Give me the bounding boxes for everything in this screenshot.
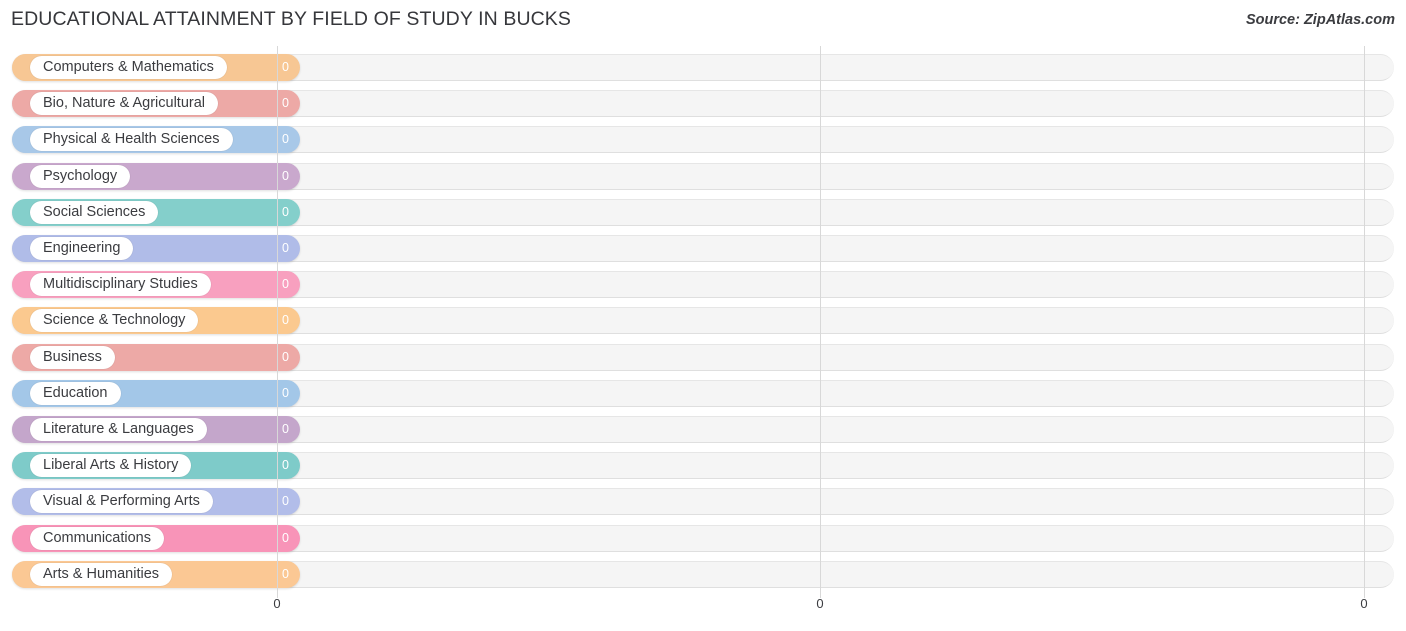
category-label: Engineering <box>30 237 134 260</box>
category-label: Arts & Humanities <box>30 562 173 586</box>
bar-row[interactable]: 0 Education <box>12 379 1394 407</box>
bar-row[interactable]: 0 Science & Technology <box>12 307 1394 335</box>
bar-row[interactable]: 0 Business <box>12 343 1394 371</box>
category-label: Science & Technology <box>30 309 199 333</box>
bar-value-label: 0 <box>282 422 289 436</box>
page-title: EDUCATIONAL ATTAINMENT BY FIELD OF STUDY… <box>11 8 572 30</box>
bar-value-label: 0 <box>282 241 289 255</box>
bar-row[interactable]: 0 Physical & Health Sciences <box>12 126 1394 154</box>
chart-header: EDUCATIONAL ATTAINMENT BY FIELD OF STUDY… <box>0 0 1406 44</box>
bar-value-label: 0 <box>282 494 289 509</box>
bar-value-label: 0 <box>282 566 289 581</box>
bar-row[interactable]: 0 Multidisciplinary Studies <box>12 271 1394 299</box>
x-axis: 0 0 0 <box>0 596 1406 620</box>
category-label: Bio, Nature & Agricultural <box>30 92 218 116</box>
category-label: Visual & Performing Arts <box>30 490 213 514</box>
bar-row[interactable]: 0 Engineering <box>12 235 1394 262</box>
bar-value-label: 0 <box>282 349 289 364</box>
bar-chart-plot-area: 0 Computers & Mathematics 0 Bio, Nature & A… <box>0 46 1406 598</box>
bar-value-label: 0 <box>282 458 289 473</box>
bar-value-label: 0 <box>282 204 289 219</box>
bar-row[interactable]: 0 Psychology <box>12 162 1394 190</box>
bar-value-label: 0 <box>282 60 289 74</box>
bar-row[interactable]: 0 Bio, Nature & Agricultural <box>12 90 1394 118</box>
bar-value-label: 0 <box>282 96 289 111</box>
source-attribution: Source: ZipAtlas.com <box>1245 12 1395 28</box>
gridline-1 <box>820 46 821 598</box>
bar-row[interactable]: 0 Liberal Arts & History <box>12 452 1394 480</box>
bar-row[interactable]: 0 Communications <box>12 524 1394 552</box>
category-label: Psychology <box>30 164 131 188</box>
category-label: Computers & Mathematics <box>30 56 227 79</box>
bar-value-label: 0 <box>282 168 289 183</box>
gridline-2 <box>1364 46 1365 598</box>
category-label: Social Sciences <box>30 200 159 224</box>
x-tick-label: 0 <box>1360 596 1368 611</box>
bar-row[interactable]: 0 Literature & Languages <box>12 416 1394 443</box>
category-label: Business <box>30 345 115 369</box>
category-label: Education <box>30 381 121 405</box>
category-label: Communications <box>30 526 164 550</box>
bar-row[interactable]: 0 Arts & Humanities <box>12 560 1394 588</box>
category-label: Literature & Languages <box>30 418 207 441</box>
bar-value-label: 0 <box>282 313 289 328</box>
x-tick-label: 0 <box>273 596 281 611</box>
bar-value-label: 0 <box>282 385 289 400</box>
category-label: Multidisciplinary Studies <box>30 273 211 297</box>
x-tick-label: 0 <box>816 596 824 611</box>
category-label: Physical & Health Sciences <box>30 128 233 152</box>
bar-row[interactable]: 0 Visual & Performing Arts <box>12 488 1394 516</box>
bar-value-label: 0 <box>282 277 289 292</box>
bar-value-label: 0 <box>282 530 289 545</box>
bar-row[interactable]: 0 Computers & Mathematics <box>12 54 1394 81</box>
bar-row[interactable]: 0 Social Sciences <box>12 198 1394 226</box>
category-label: Liberal Arts & History <box>30 454 192 478</box>
bar-value-label: 0 <box>282 132 289 147</box>
gridline-0 <box>277 46 278 598</box>
